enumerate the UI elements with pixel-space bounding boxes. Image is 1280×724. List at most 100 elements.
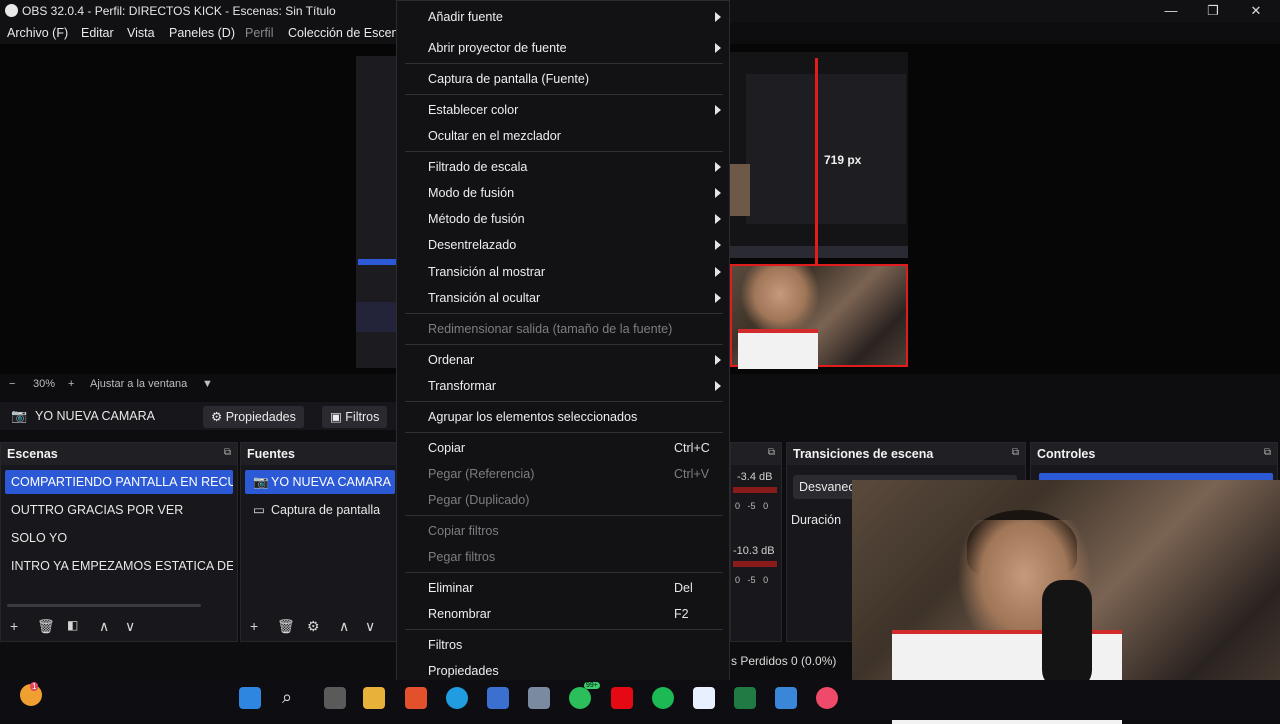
- mixer-header: ⧉: [731, 443, 781, 465]
- menu-item-transform[interactable]: Transformar: [428, 379, 496, 393]
- maximize-icon[interactable]: ❐: [1204, 2, 1222, 20]
- nested-thumb: [730, 164, 750, 216]
- source-item-label: Captura de pantalla: [271, 503, 381, 517]
- edge-icon[interactable]: [446, 687, 468, 709]
- properties-button[interactable]: ⚙ Propiedades: [203, 406, 304, 428]
- filter-icon[interactable]: ◧: [67, 618, 78, 632]
- zoom-bar: − 30% + Ajustar a la ventana ▼: [0, 374, 400, 394]
- scene-item[interactable]: OUTTRO GRACIAS POR VER: [5, 498, 233, 522]
- submenu-arrow-icon: [715, 240, 721, 250]
- minimize-icon[interactable]: —: [1162, 2, 1180, 20]
- menu-item-scale-filter[interactable]: Filtrado de escala: [428, 160, 527, 174]
- excel-icon[interactable]: [734, 687, 756, 709]
- menu-separator: [405, 629, 723, 630]
- context-menu: Añadir fuente Abrir proyector de fuente …: [396, 0, 730, 690]
- menu-item-group-selected[interactable]: Agrupar los elementos seleccionados: [428, 410, 637, 424]
- sources-header: Fuentes: [241, 443, 399, 465]
- search-icon[interactable]: ⌕: [282, 687, 292, 708]
- zoom-in-button[interactable]: +: [68, 378, 74, 390]
- menu-coleccion[interactable]: Colección de Escena: [288, 26, 405, 40]
- source-toolbar: 📷 YO NUEVA CAMARA ⚙ Propiedades ▣ Filtro…: [0, 402, 400, 430]
- menu-vista[interactable]: Vista: [127, 26, 155, 40]
- menu-separator: [405, 94, 723, 95]
- file-explorer-icon[interactable]: [363, 687, 385, 709]
- menu-item-show-transition[interactable]: Transición al mostrar: [428, 265, 545, 279]
- menu-item-blend-mode[interactable]: Modo de fusión: [428, 186, 514, 200]
- undock-icon[interactable]: ⧉: [1012, 447, 1019, 458]
- task-view-icon[interactable]: [324, 687, 346, 709]
- start-icon[interactable]: [239, 687, 261, 709]
- scenes-title: Escenas: [7, 447, 58, 461]
- source-item[interactable]: 📷 YO NUEVA CAMARA: [245, 470, 395, 494]
- move-down-icon[interactable]: ∨: [125, 618, 135, 635]
- menu-separator: [405, 572, 723, 573]
- meter-ticks: 0 -5 0: [735, 501, 768, 511]
- menu-item-delete[interactable]: Eliminar: [428, 581, 474, 595]
- menu-archivo[interactable]: Archivo (F): [7, 26, 68, 40]
- shortcut-paste: Ctrl+V: [674, 467, 710, 481]
- transitions-title: Transiciones de escena: [793, 447, 934, 461]
- undock-icon[interactable]: ⧉: [768, 447, 775, 458]
- menu-perfil[interactable]: Perfil: [245, 26, 273, 40]
- chevron-down-icon[interactable]: ▼: [202, 378, 213, 390]
- menu-item-blend-method[interactable]: Método de fusión: [428, 212, 525, 226]
- filters-button[interactable]: ▣ Filtros: [322, 406, 388, 428]
- shortcut-copy: Ctrl+C: [674, 441, 710, 455]
- menu-item-rename[interactable]: Renombrar: [428, 607, 491, 621]
- volume-meter: [733, 487, 777, 493]
- gear-icon[interactable]: ⚙: [307, 618, 320, 635]
- scene-item[interactable]: INTRO YA EMPEZAMOS ESTATICA DEL CANAL: [5, 554, 233, 578]
- menu-item-deinterlace[interactable]: Desentrelazado: [428, 238, 516, 252]
- add-scene-icon[interactable]: +: [10, 618, 18, 634]
- current-source-name: YO NUEVA CAMARA: [35, 409, 155, 423]
- move-down-icon[interactable]: ∨: [365, 618, 375, 635]
- whatsapp-icon[interactable]: [569, 687, 591, 709]
- menu-item-set-color[interactable]: Establecer color: [428, 103, 518, 117]
- settings-icon[interactable]: [528, 687, 550, 709]
- menu-item-paste-duplicate: Pegar (Duplicado): [428, 493, 530, 507]
- music-icon[interactable]: [816, 687, 838, 709]
- store-icon[interactable]: [487, 687, 509, 709]
- horizontal-scrollbar[interactable]: [7, 604, 201, 607]
- submenu-arrow-icon: [715, 267, 721, 277]
- meter-tick: 0: [763, 501, 769, 511]
- shortcut-delete: Del: [674, 581, 693, 595]
- menu-item-copy[interactable]: Copiar: [428, 441, 465, 455]
- menu-separator: [405, 344, 723, 345]
- fit-window-button[interactable]: Ajustar a la ventana: [90, 378, 187, 390]
- move-up-icon[interactable]: ∧: [339, 618, 349, 635]
- move-up-icon[interactable]: ∧: [99, 618, 109, 635]
- menu-item-properties[interactable]: Propiedades: [428, 664, 499, 678]
- menu-item-add-source[interactable]: Añadir fuente: [428, 10, 503, 24]
- menu-editar[interactable]: Editar: [81, 26, 114, 40]
- menu-item-filters[interactable]: Filtros: [428, 638, 462, 652]
- brave-icon[interactable]: [405, 687, 427, 709]
- menu-item-hide-mixer[interactable]: Ocultar en el mezclador: [428, 129, 561, 143]
- trash-icon[interactable]: 🗑: [37, 618, 55, 635]
- person-shirt: [738, 329, 818, 369]
- menu-item-screenshot-source[interactable]: Captura de pantalla (Fuente): [428, 72, 589, 86]
- onedrive-icon[interactable]: [693, 687, 715, 709]
- close-icon[interactable]: ✕: [1247, 2, 1265, 20]
- scene-item[interactable]: COMPARTIENDO PANTALLA EN RECUADRO: [5, 470, 233, 494]
- scene-item[interactable]: SOLO YO: [5, 526, 233, 550]
- submenu-arrow-icon: [715, 355, 721, 365]
- menu-item-hide-transition[interactable]: Transición al ocultar: [428, 291, 540, 305]
- zoom-out-button[interactable]: −: [9, 378, 15, 390]
- menu-separator: [405, 313, 723, 314]
- source-item[interactable]: ▭ Captura de pantalla: [245, 498, 395, 522]
- menu-item-order[interactable]: Ordenar: [428, 353, 474, 367]
- menu-item-open-projector[interactable]: Abrir proyector de fuente: [428, 41, 567, 55]
- undock-icon[interactable]: ⧉: [224, 447, 231, 458]
- netflix-icon[interactable]: [611, 687, 633, 709]
- nested-dock-headers: [730, 246, 908, 258]
- add-source-icon[interactable]: +: [250, 618, 258, 634]
- spotify-icon[interactable]: [652, 687, 674, 709]
- photos-icon[interactable]: [775, 687, 797, 709]
- menu-item-resize-output: Redimensionar salida (tamaño de la fuent…: [428, 322, 673, 336]
- shortcut-rename: F2: [674, 607, 689, 621]
- trash-icon[interactable]: 🗑: [277, 618, 295, 635]
- menu-paneles[interactable]: Paneles (D): [169, 26, 235, 40]
- undock-icon[interactable]: ⧉: [1264, 447, 1271, 458]
- menu-separator: [405, 401, 723, 402]
